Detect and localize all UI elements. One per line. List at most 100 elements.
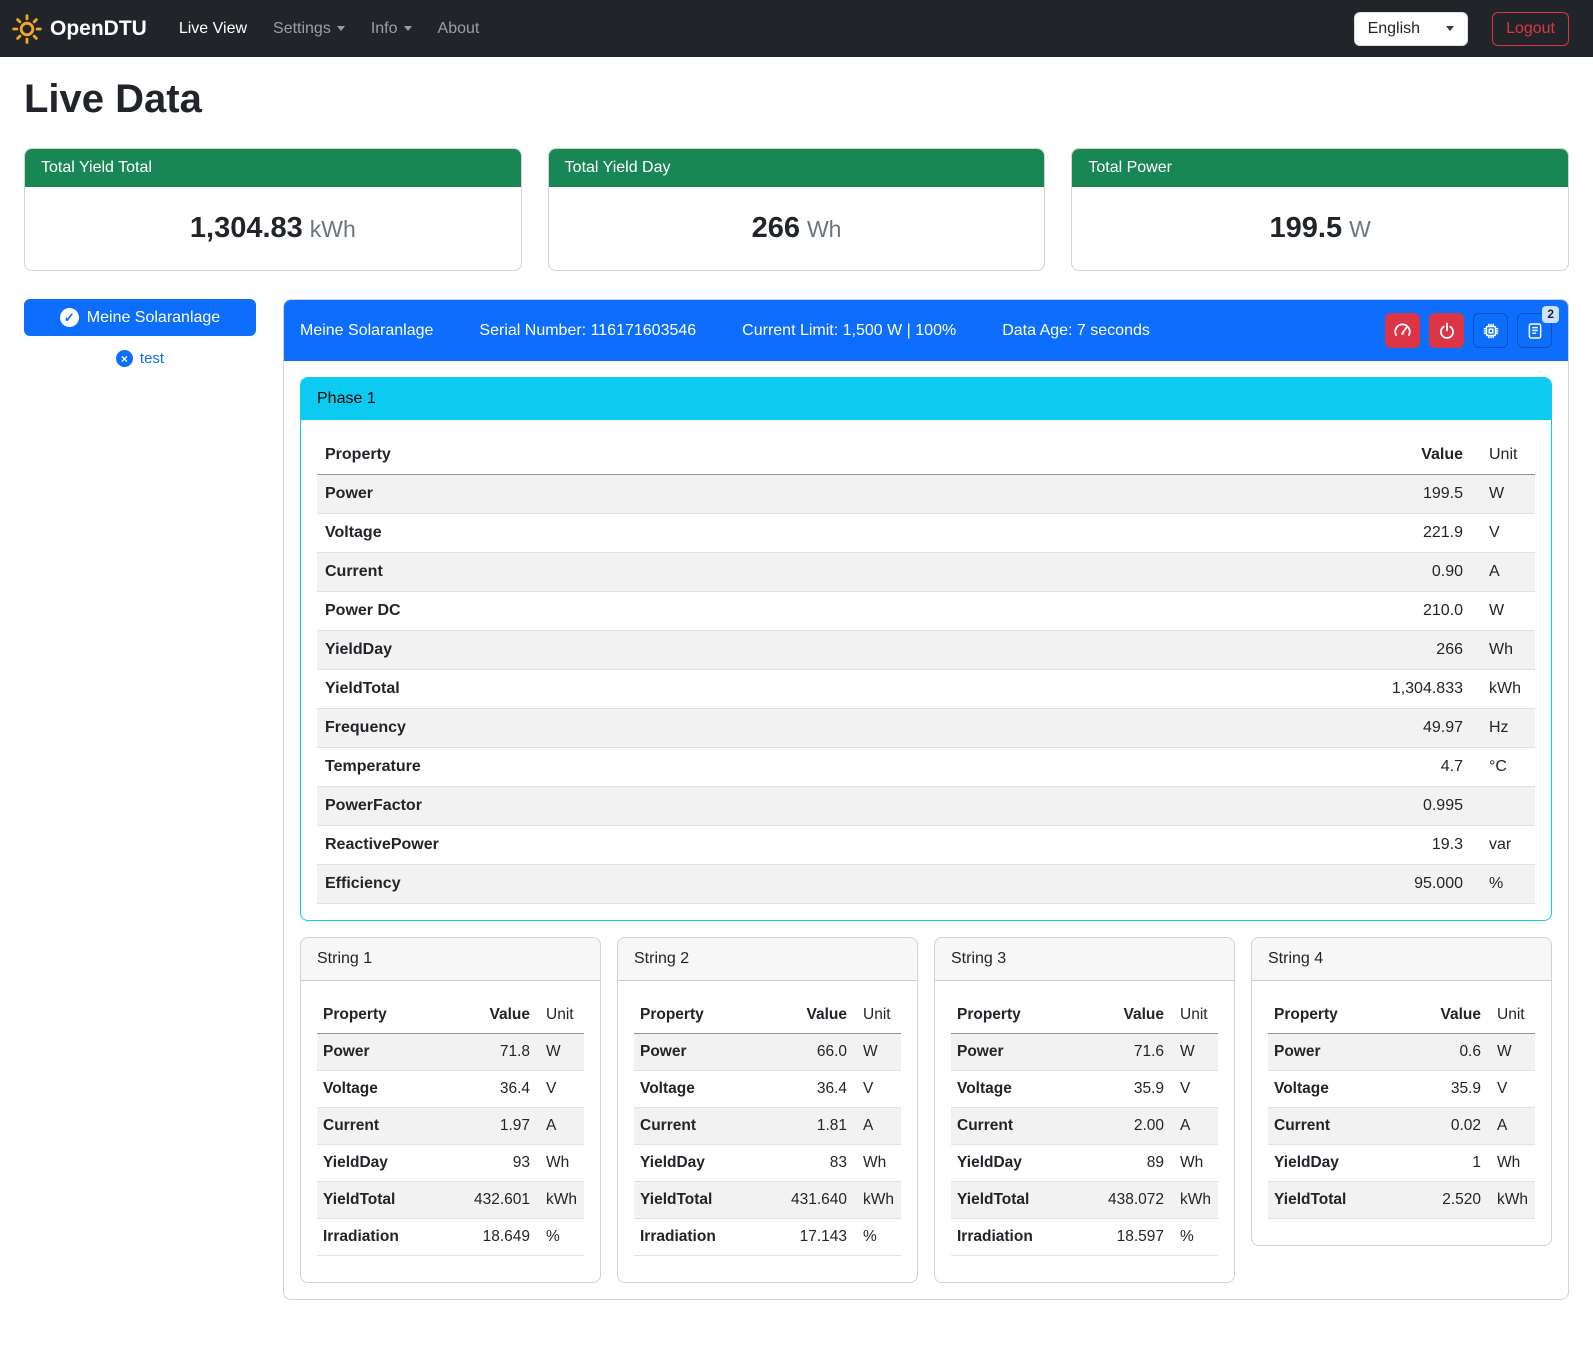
journal-icon xyxy=(1526,322,1544,340)
brand[interactable]: OpenDTU xyxy=(12,14,147,44)
unit-cell: °C xyxy=(1471,748,1535,787)
property-header: Property xyxy=(634,997,757,1034)
summary-card-total-power: Total Power 199.5W xyxy=(1071,148,1569,271)
property-cell: Voltage xyxy=(951,1071,1074,1108)
nav-item-settings[interactable]: Settings xyxy=(261,12,357,46)
string-card-2: String 2 Property Value Unit xyxy=(617,937,918,1283)
inverter-button-label: Meine Solaranlage xyxy=(87,309,220,327)
string-card-title: String 3 xyxy=(935,938,1234,981)
property-cell: YieldDay xyxy=(317,1145,440,1182)
unit-cell: var xyxy=(1471,826,1535,865)
unit-cell: A xyxy=(1170,1108,1218,1145)
unit-cell: % xyxy=(853,1219,901,1256)
value-cell: 0.02 xyxy=(1403,1108,1487,1145)
navbar-right: English Logout xyxy=(1354,12,1569,46)
table-row: YieldDay 93 Wh xyxy=(317,1145,584,1182)
property-cell: YieldTotal xyxy=(317,670,1007,709)
unit-cell: kWh xyxy=(536,1182,584,1219)
inverter-name: Meine Solaranlage xyxy=(300,322,433,340)
table-row: Voltage 36.4 V xyxy=(634,1071,901,1108)
value-cell: 93 xyxy=(440,1145,536,1182)
property-cell: Current xyxy=(951,1108,1074,1145)
unit-cell: V xyxy=(536,1071,584,1108)
table-row: Power 66.0 W xyxy=(634,1034,901,1071)
value-cell: 432.601 xyxy=(440,1182,536,1219)
unit-cell: kWh xyxy=(853,1182,901,1219)
value-cell: 71.8 xyxy=(440,1034,536,1071)
summary-card-total-yield-total: Total Yield Total 1,304.83kWh xyxy=(24,148,522,271)
unit-header: Unit xyxy=(1471,436,1535,475)
unit-cell: W xyxy=(536,1034,584,1071)
table-row: Efficiency 95.000 % xyxy=(317,865,1535,904)
phase-table: Property Value Unit Power 199.5 W xyxy=(317,436,1535,904)
string-card-body: Property Value Unit Power 71.8 xyxy=(301,981,600,1282)
string-card-body: Property Value Unit Power 0.6 xyxy=(1252,981,1551,1245)
nav-item-about[interactable]: About xyxy=(426,12,492,46)
phase-card-title: Phase 1 xyxy=(301,378,1551,420)
value-cell: 66.0 xyxy=(757,1034,853,1071)
property-header: Property xyxy=(317,997,440,1034)
value-cell: 0.6 xyxy=(1403,1034,1487,1071)
property-cell: Power xyxy=(634,1034,757,1071)
unit-cell: V xyxy=(853,1071,901,1108)
property-cell: Frequency xyxy=(317,709,1007,748)
device-info-button[interactable] xyxy=(1473,313,1508,348)
event-log-button[interactable]: 2 xyxy=(1517,313,1552,348)
value-cell: 221.9 xyxy=(1007,514,1471,553)
unit-cell xyxy=(1471,787,1535,826)
value-header: Value xyxy=(757,997,853,1034)
inverter-panel-body: Phase 1 Property Value Unit xyxy=(284,361,1568,1299)
property-cell: Power DC xyxy=(317,592,1007,631)
value-header: Value xyxy=(1403,997,1487,1034)
nav-item-info[interactable]: Info xyxy=(359,12,424,46)
table-row: Power 71.6 W xyxy=(951,1034,1218,1071)
value-cell: 49.97 xyxy=(1007,709,1471,748)
string-card-4: String 4 Property Value Unit xyxy=(1251,937,1552,1246)
value-cell: 1.97 xyxy=(440,1108,536,1145)
power-toggle-button[interactable] xyxy=(1429,313,1464,348)
inverter-data-age: Data Age: 7 seconds xyxy=(1002,322,1150,340)
nav-item-live-view[interactable]: Live View xyxy=(167,12,259,46)
inverter-select-test[interactable]: × test xyxy=(24,350,256,367)
limit-settings-button[interactable] xyxy=(1385,313,1420,348)
main-nav: Live View Settings Info About xyxy=(167,12,492,46)
value-cell: 2.520 xyxy=(1403,1182,1487,1219)
table-row: Voltage 36.4 V xyxy=(317,1071,584,1108)
string-card-1: String 1 Property Value Unit xyxy=(300,937,601,1283)
inverter-link-label: test xyxy=(140,350,164,367)
caret-down-icon xyxy=(337,26,345,31)
property-cell: YieldTotal xyxy=(634,1182,757,1219)
table-row: Current 1.81 A xyxy=(634,1108,901,1145)
table-header-row: Property Value Unit xyxy=(634,997,901,1034)
summary-unit: W xyxy=(1349,216,1371,242)
caret-down-icon xyxy=(404,26,412,31)
unit-cell: Hz xyxy=(1471,709,1535,748)
value-cell: 36.4 xyxy=(440,1071,536,1108)
inverter-select-meine-solaranlage[interactable]: ✓ Meine Solaranlage xyxy=(24,299,256,336)
unit-header: Unit xyxy=(1487,997,1535,1034)
value-cell: 199.5 xyxy=(1007,475,1471,514)
value-cell: 438.072 xyxy=(1074,1182,1170,1219)
inverter-sidebar: ✓ Meine Solaranlage × test xyxy=(24,299,256,367)
table-header-row: Property Value Unit xyxy=(317,997,584,1034)
value-cell: 35.9 xyxy=(1074,1071,1170,1108)
value-cell: 2.00 xyxy=(1074,1108,1170,1145)
table-row: YieldTotal 438.072 kWh xyxy=(951,1182,1218,1219)
check-circle-icon: ✓ xyxy=(60,308,79,327)
summary-card-total-yield-day: Total Yield Day 266Wh xyxy=(548,148,1046,271)
table-header-row: Property Value Unit xyxy=(951,997,1218,1034)
table-row: Irradiation 17.143 % xyxy=(634,1219,901,1256)
table-row: Voltage 35.9 V xyxy=(1268,1071,1535,1108)
value-cell: 17.143 xyxy=(757,1219,853,1256)
string-table: Property Value Unit Power 66.0 xyxy=(634,997,901,1256)
logout-button[interactable]: Logout xyxy=(1492,12,1569,46)
value-cell: 95.000 xyxy=(1007,865,1471,904)
summary-card-body: 199.5W xyxy=(1072,187,1568,270)
string-card-title: String 1 xyxy=(301,938,600,981)
language-select[interactable]: English xyxy=(1354,12,1468,46)
property-header: Property xyxy=(317,436,1007,475)
property-cell: YieldDay xyxy=(1268,1145,1403,1182)
summary-card-title: Total Yield Total xyxy=(25,149,521,187)
property-header: Property xyxy=(1268,997,1403,1034)
unit-cell: % xyxy=(1471,865,1535,904)
